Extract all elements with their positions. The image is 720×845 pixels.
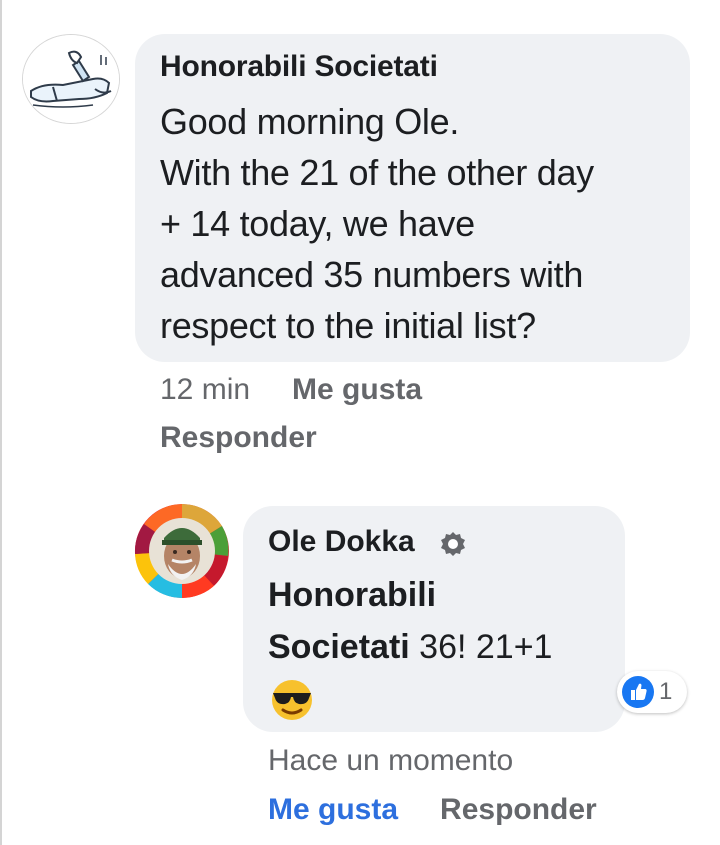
mention-link[interactable]: Honorabili xyxy=(268,572,436,618)
reply-text: 36! 21+1 xyxy=(419,628,553,666)
reply-button[interactable]: Responder xyxy=(440,793,597,826)
comment-line: With the 21 of the other day xyxy=(160,152,594,193)
like-button[interactable]: Me gusta xyxy=(292,373,422,406)
reaction-count: 1 xyxy=(659,678,673,705)
like-button[interactable]: Me gusta xyxy=(268,793,398,826)
comment-line: + 14 today, we have xyxy=(160,203,475,244)
avatar[interactable] xyxy=(134,504,230,598)
mention-link[interactable]: Societati xyxy=(268,628,410,666)
comment-meta: 12 min Me gusta xyxy=(160,370,422,410)
comment-text: Societati 36! 21+1 xyxy=(268,624,552,670)
comment-line: respect to the initial list? xyxy=(160,305,536,346)
comment-text: Good morning Ole. With the 21 of the oth… xyxy=(160,96,680,351)
sunglasses-emoji-icon xyxy=(272,680,312,720)
drawing-avatar-icon xyxy=(23,35,119,123)
comment-author[interactable]: Honorabili Societati xyxy=(160,50,438,84)
reaction-count-badge[interactable]: 1 xyxy=(617,671,687,713)
comment-actions: Me gusta Responder xyxy=(268,790,597,830)
comment-line: advanced 35 numbers with xyxy=(160,254,584,295)
comment-author[interactable]: Ole Dokka xyxy=(268,525,415,559)
comment-line: Good morning Ole. xyxy=(160,101,460,142)
verified-badge-icon xyxy=(441,532,465,556)
profile-photo-avatar xyxy=(134,504,229,598)
left-divider xyxy=(0,0,2,845)
comment-time[interactable]: 12 min xyxy=(160,373,250,406)
reply-button[interactable]: Responder xyxy=(160,418,317,458)
avatar[interactable] xyxy=(22,34,120,124)
like-reaction-icon xyxy=(622,676,654,708)
comment-time[interactable]: Hace un momento xyxy=(268,741,513,781)
